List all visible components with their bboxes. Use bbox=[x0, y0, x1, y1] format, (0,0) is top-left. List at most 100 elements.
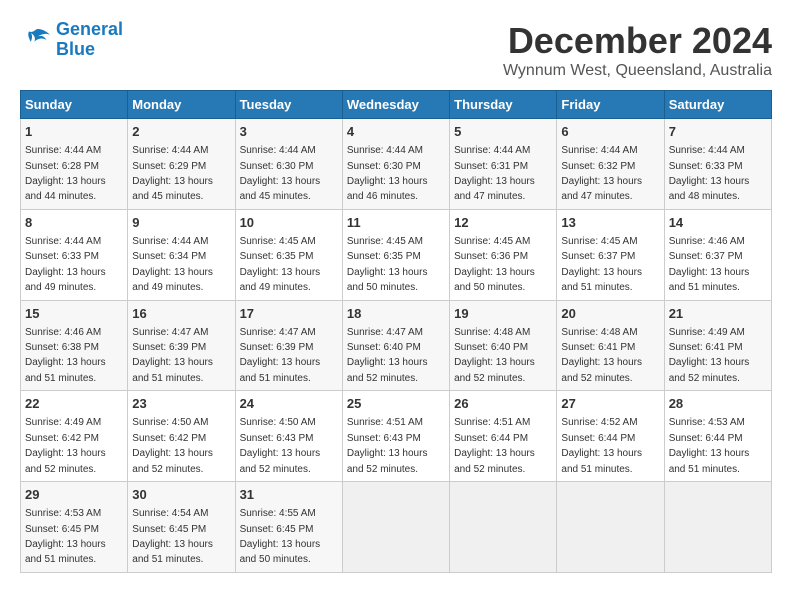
day-number: 25 bbox=[347, 395, 445, 413]
logo: General Blue bbox=[20, 20, 123, 60]
calendar-body: 1 Sunrise: 4:44 AMSunset: 6:28 PMDayligh… bbox=[21, 119, 772, 573]
day-info: Sunrise: 4:50 AMSunset: 6:42 PMDaylight:… bbox=[132, 417, 213, 474]
calendar-day-cell: 28 Sunrise: 4:53 AMSunset: 6:44 PMDaylig… bbox=[664, 391, 771, 482]
day-info: Sunrise: 4:48 AMSunset: 6:41 PMDaylight:… bbox=[561, 327, 642, 384]
calendar-day-cell: 15 Sunrise: 4:46 AMSunset: 6:38 PMDaylig… bbox=[21, 300, 128, 391]
calendar-day-cell: 21 Sunrise: 4:49 AMSunset: 6:41 PMDaylig… bbox=[664, 300, 771, 391]
day-info: Sunrise: 4:44 AMSunset: 6:30 PMDaylight:… bbox=[347, 145, 428, 202]
calendar-day-cell: 16 Sunrise: 4:47 AMSunset: 6:39 PMDaylig… bbox=[128, 300, 235, 391]
day-number: 9 bbox=[132, 214, 230, 232]
title-block: December 2024 Wynnum West, Queensland, A… bbox=[503, 20, 772, 80]
calendar-day-cell: 9 Sunrise: 4:44 AMSunset: 6:34 PMDayligh… bbox=[128, 209, 235, 300]
day-info: Sunrise: 4:45 AMSunset: 6:36 PMDaylight:… bbox=[454, 236, 535, 293]
day-info: Sunrise: 4:44 AMSunset: 6:34 PMDaylight:… bbox=[132, 236, 213, 293]
day-info: Sunrise: 4:44 AMSunset: 6:31 PMDaylight:… bbox=[454, 145, 535, 202]
day-info: Sunrise: 4:47 AMSunset: 6:39 PMDaylight:… bbox=[240, 327, 321, 384]
calendar-day-cell: 14 Sunrise: 4:46 AMSunset: 6:37 PMDaylig… bbox=[664, 209, 771, 300]
day-number: 11 bbox=[347, 214, 445, 232]
calendar-day-cell: 18 Sunrise: 4:47 AMSunset: 6:40 PMDaylig… bbox=[342, 300, 449, 391]
day-number: 19 bbox=[454, 305, 552, 323]
calendar-day-cell: 20 Sunrise: 4:48 AMSunset: 6:41 PMDaylig… bbox=[557, 300, 664, 391]
day-number: 15 bbox=[25, 305, 123, 323]
calendar-day-cell: 17 Sunrise: 4:47 AMSunset: 6:39 PMDaylig… bbox=[235, 300, 342, 391]
calendar-week-row: 1 Sunrise: 4:44 AMSunset: 6:28 PMDayligh… bbox=[21, 119, 772, 210]
calendar-day-cell: 3 Sunrise: 4:44 AMSunset: 6:30 PMDayligh… bbox=[235, 119, 342, 210]
day-number: 2 bbox=[132, 123, 230, 141]
calendar-day-cell: 19 Sunrise: 4:48 AMSunset: 6:40 PMDaylig… bbox=[450, 300, 557, 391]
calendar-day-cell: 11 Sunrise: 4:45 AMSunset: 6:35 PMDaylig… bbox=[342, 209, 449, 300]
calendar-week-row: 29 Sunrise: 4:53 AMSunset: 6:45 PMDaylig… bbox=[21, 482, 772, 573]
day-info: Sunrise: 4:52 AMSunset: 6:44 PMDaylight:… bbox=[561, 417, 642, 474]
day-info: Sunrise: 4:44 AMSunset: 6:32 PMDaylight:… bbox=[561, 145, 642, 202]
calendar-day-cell: 6 Sunrise: 4:44 AMSunset: 6:32 PMDayligh… bbox=[557, 119, 664, 210]
day-number: 7 bbox=[669, 123, 767, 141]
day-info: Sunrise: 4:44 AMSunset: 6:29 PMDaylight:… bbox=[132, 145, 213, 202]
calendar-day-cell: 31 Sunrise: 4:55 AMSunset: 6:45 PMDaylig… bbox=[235, 482, 342, 573]
calendar-day-cell: 2 Sunrise: 4:44 AMSunset: 6:29 PMDayligh… bbox=[128, 119, 235, 210]
day-number: 28 bbox=[669, 395, 767, 413]
calendar-day-cell: 30 Sunrise: 4:54 AMSunset: 6:45 PMDaylig… bbox=[128, 482, 235, 573]
day-info: Sunrise: 4:47 AMSunset: 6:40 PMDaylight:… bbox=[347, 327, 428, 384]
calendar-day-cell: 25 Sunrise: 4:51 AMSunset: 6:43 PMDaylig… bbox=[342, 391, 449, 482]
day-info: Sunrise: 4:45 AMSunset: 6:35 PMDaylight:… bbox=[240, 236, 321, 293]
header-thursday: Thursday bbox=[450, 91, 557, 119]
day-info: Sunrise: 4:44 AMSunset: 6:30 PMDaylight:… bbox=[240, 145, 321, 202]
location-title: Wynnum West, Queensland, Australia bbox=[503, 62, 772, 80]
calendar-day-cell: 12 Sunrise: 4:45 AMSunset: 6:36 PMDaylig… bbox=[450, 209, 557, 300]
calendar-day-cell: 5 Sunrise: 4:44 AMSunset: 6:31 PMDayligh… bbox=[450, 119, 557, 210]
header-wednesday: Wednesday bbox=[342, 91, 449, 119]
day-number: 22 bbox=[25, 395, 123, 413]
day-number: 27 bbox=[561, 395, 659, 413]
day-number: 26 bbox=[454, 395, 552, 413]
calendar-day-cell: 8 Sunrise: 4:44 AMSunset: 6:33 PMDayligh… bbox=[21, 209, 128, 300]
calendar-day-cell bbox=[664, 482, 771, 573]
calendar-day-cell: 23 Sunrise: 4:50 AMSunset: 6:42 PMDaylig… bbox=[128, 391, 235, 482]
calendar-week-row: 8 Sunrise: 4:44 AMSunset: 6:33 PMDayligh… bbox=[21, 209, 772, 300]
calendar-table: SundayMondayTuesdayWednesdayThursdayFrid… bbox=[20, 90, 772, 573]
calendar-day-cell: 10 Sunrise: 4:45 AMSunset: 6:35 PMDaylig… bbox=[235, 209, 342, 300]
header-sunday: Sunday bbox=[21, 91, 128, 119]
day-info: Sunrise: 4:49 AMSunset: 6:41 PMDaylight:… bbox=[669, 327, 750, 384]
day-info: Sunrise: 4:53 AMSunset: 6:44 PMDaylight:… bbox=[669, 417, 750, 474]
day-number: 17 bbox=[240, 305, 338, 323]
day-number: 13 bbox=[561, 214, 659, 232]
calendar-week-row: 15 Sunrise: 4:46 AMSunset: 6:38 PMDaylig… bbox=[21, 300, 772, 391]
day-number: 3 bbox=[240, 123, 338, 141]
day-number: 5 bbox=[454, 123, 552, 141]
month-title: December 2024 bbox=[503, 20, 772, 62]
day-info: Sunrise: 4:49 AMSunset: 6:42 PMDaylight:… bbox=[25, 417, 106, 474]
calendar-day-cell: 24 Sunrise: 4:50 AMSunset: 6:43 PMDaylig… bbox=[235, 391, 342, 482]
day-info: Sunrise: 4:45 AMSunset: 6:35 PMDaylight:… bbox=[347, 236, 428, 293]
day-number: 21 bbox=[669, 305, 767, 323]
logo-icon bbox=[20, 26, 52, 54]
header-saturday: Saturday bbox=[664, 91, 771, 119]
day-number: 6 bbox=[561, 123, 659, 141]
day-number: 31 bbox=[240, 486, 338, 504]
header-tuesday: Tuesday bbox=[235, 91, 342, 119]
calendar-week-row: 22 Sunrise: 4:49 AMSunset: 6:42 PMDaylig… bbox=[21, 391, 772, 482]
day-info: Sunrise: 4:51 AMSunset: 6:43 PMDaylight:… bbox=[347, 417, 428, 474]
day-info: Sunrise: 4:44 AMSunset: 6:28 PMDaylight:… bbox=[25, 145, 106, 202]
calendar-day-cell bbox=[450, 482, 557, 573]
day-info: Sunrise: 4:47 AMSunset: 6:39 PMDaylight:… bbox=[132, 327, 213, 384]
day-info: Sunrise: 4:46 AMSunset: 6:38 PMDaylight:… bbox=[25, 327, 106, 384]
day-number: 16 bbox=[132, 305, 230, 323]
day-number: 30 bbox=[132, 486, 230, 504]
day-number: 18 bbox=[347, 305, 445, 323]
calendar-day-cell: 26 Sunrise: 4:51 AMSunset: 6:44 PMDaylig… bbox=[450, 391, 557, 482]
day-info: Sunrise: 4:44 AMSunset: 6:33 PMDaylight:… bbox=[25, 236, 106, 293]
day-number: 24 bbox=[240, 395, 338, 413]
day-info: Sunrise: 4:50 AMSunset: 6:43 PMDaylight:… bbox=[240, 417, 321, 474]
header-monday: Monday bbox=[128, 91, 235, 119]
day-info: Sunrise: 4:45 AMSunset: 6:37 PMDaylight:… bbox=[561, 236, 642, 293]
day-info: Sunrise: 4:48 AMSunset: 6:40 PMDaylight:… bbox=[454, 327, 535, 384]
calendar-day-cell bbox=[342, 482, 449, 573]
day-number: 14 bbox=[669, 214, 767, 232]
calendar-day-cell: 27 Sunrise: 4:52 AMSunset: 6:44 PMDaylig… bbox=[557, 391, 664, 482]
day-number: 20 bbox=[561, 305, 659, 323]
day-number: 8 bbox=[25, 214, 123, 232]
calendar-day-cell bbox=[557, 482, 664, 573]
day-number: 1 bbox=[25, 123, 123, 141]
calendar-day-cell: 4 Sunrise: 4:44 AMSunset: 6:30 PMDayligh… bbox=[342, 119, 449, 210]
calendar-day-cell: 7 Sunrise: 4:44 AMSunset: 6:33 PMDayligh… bbox=[664, 119, 771, 210]
